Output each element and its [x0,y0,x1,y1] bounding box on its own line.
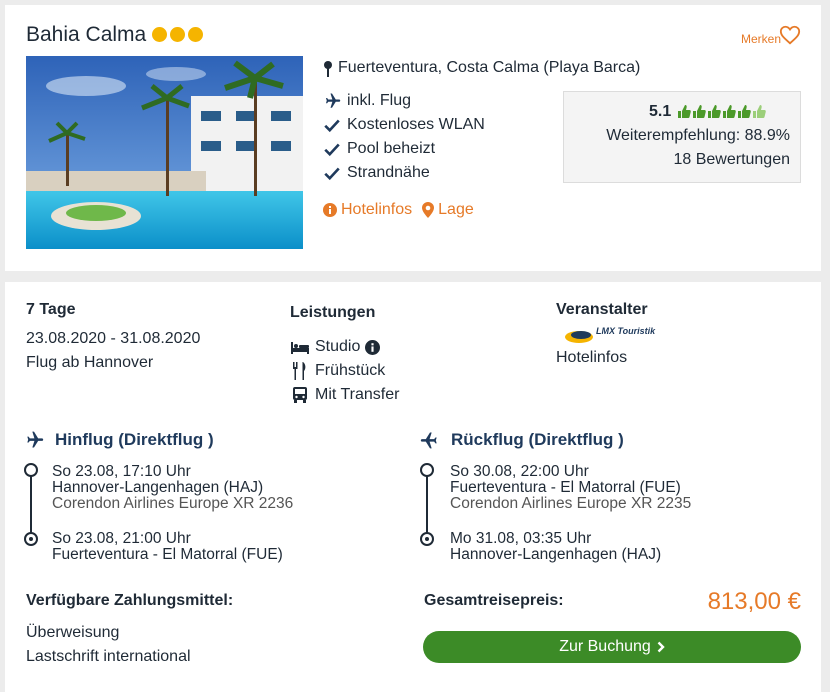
operator-hotelinfos-link[interactable]: Hotelinfos [556,349,627,367]
return-title: Rückflug (Direktflug ) [419,430,624,450]
lage-link[interactable]: Lage [422,201,474,219]
duration: 7 Tage [26,301,76,318]
recommendation-rate: Weiterempfehlung: 88.9% [606,127,790,144]
operator-logo: LMX Touristik [564,326,655,346]
review-count[interactable]: 18 Bewertungen [673,151,790,169]
feature-label: Pool beheizt [347,140,436,157]
feature-label: Kostenloses WLAN [347,116,485,133]
services-heading: Leistungen [290,304,376,321]
payment-method: Lastschrift international [26,648,191,665]
return-airline: Corendon Airlines Europe XR 2235 [450,495,692,512]
return-arr-airport: Hannover-Langenhagen (HAJ) [450,546,662,563]
rating-score: 5.1 [649,103,672,120]
return-timeline [426,470,428,538]
payment-method: Überweisung [26,624,120,641]
transfer: Mit Transfer [315,386,400,403]
outbound-timeline [30,470,32,538]
bed-icon [291,342,309,354]
feature-label: inkl. Flug [347,92,412,109]
hotel-location: Fuerteventura, Costa Calma (Playa Barca) [338,59,641,76]
outbound-airline: Corendon Airlines Europe XR 2236 [52,495,294,512]
operator-logo-text: LMX Touristik [596,326,656,336]
feature-beach: Strandnähe [323,164,430,182]
service-room: Studio [290,338,381,356]
feature-flight: inkl. Flug [323,92,411,110]
heart-icon[interactable] [779,24,801,46]
payment-heading: Verfügbare Zahlungsmittel: [26,592,234,609]
book-button-label: Zur Buchung [559,638,651,655]
outbound-title: Hinflug (Direktflug ) [23,430,214,450]
feature-wlan: Kostenloses WLAN [323,116,485,134]
chevron-right-icon [657,641,665,653]
departure-circle-icon [420,463,434,477]
thumbs-up-icon [693,105,706,118]
arrival-circle-icon [420,532,434,546]
star-rating [152,27,203,42]
check-icon [324,143,340,157]
book-button[interactable]: Zur Buchung [423,631,801,663]
outbound-title-label: Hinflug (Direktflug ) [55,430,214,449]
outbound-arr-airport: Fuerteventura - El Matorral (FUE) [52,546,283,563]
thumbs-up-icon [723,105,736,118]
service-transfer: Mit Transfer [290,386,399,404]
offer-card: 7 Tage 23.08.2020 - 31.08.2020 Flug ab H… [5,282,821,692]
outbound-arrival: So 23.08, 21:00 Uhr Fuerteventura - El M… [52,531,283,563]
hotel-card: Bahia Calma Merken Fuerteventura, Costa … [5,5,821,271]
cutlery-icon [293,362,306,380]
lage-label[interactable]: Lage [438,201,474,219]
board-type: Frühstück [315,362,386,379]
thumbs-up-icon [678,105,691,118]
check-icon [324,119,340,133]
hotel-links: Hotelinfos Lage [323,201,474,219]
travel-dates: 23.08.2020 - 31.08.2020 [26,330,201,347]
operator-heading: Veranstalter [556,301,648,318]
return-dep-time: So 30.08, 22:00 Uhr [450,463,589,480]
hotelinfos-link[interactable]: Hotelinfos [323,201,412,219]
airplane-icon [326,93,341,108]
total-price-label: Gesamtreisepreis: [424,592,564,609]
return-dep-airport: Fuerteventura - El Matorral (FUE) [450,479,681,496]
info-icon[interactable] [365,339,381,355]
outbound-dep-airport: Hannover-Langenhagen (HAJ) [52,479,264,496]
map-pin-icon [324,61,332,77]
room-type: Studio [315,338,361,355]
arrival-circle-icon [24,532,38,546]
outbound-arr-time: So 23.08, 21:00 Uhr [52,530,191,547]
thumbs-up-icon [753,105,766,118]
star-icon [152,27,167,42]
feature-label: Strandnähe [347,164,430,181]
airplane-icon [27,431,44,448]
star-icon [188,27,203,42]
info-icon [323,203,337,217]
feature-pool: Pool beheizt [323,140,435,158]
rating-box: 5.1 Weiterempfehlung: 88.9% 18 Bewertung… [563,91,801,183]
hotel-image[interactable] [26,56,303,249]
star-icon [170,27,185,42]
thumbs-rating [677,104,766,119]
save-label[interactable]: Merken [741,32,781,46]
return-arr-time: Mo 31.08, 03:35 Uhr [450,530,592,547]
return-arrival: Mo 31.08, 03:35 Uhr Hannover-Langenhagen… [450,531,661,563]
return-departure: So 30.08, 22:00 Uhr Fuerteventura - El M… [450,464,691,512]
return-title-label: Rückflug (Direktflug ) [451,430,624,449]
thumbs-up-icon [738,105,751,118]
airplane-icon [420,432,437,449]
bus-icon [293,387,307,403]
thumbs-up-icon [708,105,721,118]
outbound-departure: So 23.08, 17:10 Uhr Hannover-Langenhagen… [52,464,293,512]
check-icon [324,167,340,181]
service-board: Frühstück [290,362,385,380]
hotel-name[interactable]: Bahia Calma [26,23,146,47]
departure-airport: Flug ab Hannover [26,354,154,371]
map-marker-icon [422,202,435,218]
departure-circle-icon [24,463,38,477]
hotelinfos-label[interactable]: Hotelinfos [341,201,412,219]
total-price: 813,00 € [707,588,801,615]
outbound-dep-time: So 23.08, 17:10 Uhr [52,463,191,480]
